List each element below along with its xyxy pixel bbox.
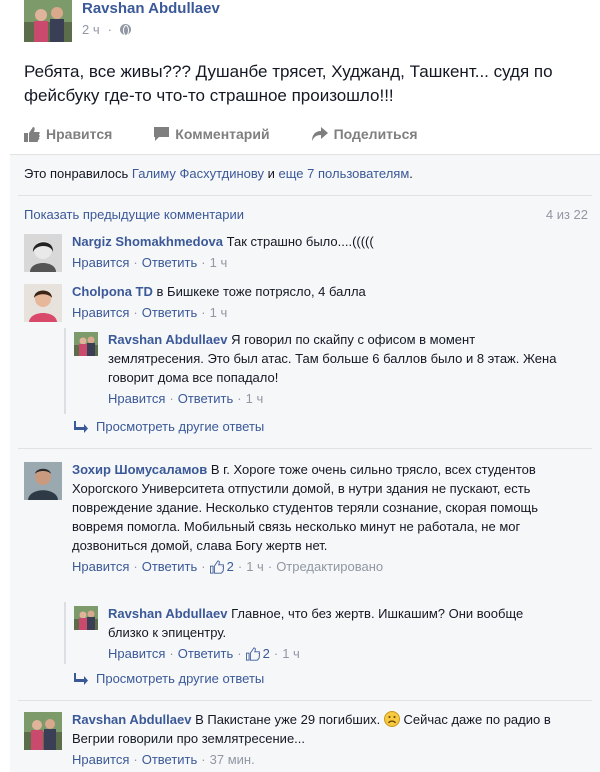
share-arrow-icon [311,127,328,141]
sad-emoji-icon [383,711,400,727]
comment-time[interactable]: 37 мин. [210,750,255,769]
comment-text: в Бишкеке тоже потрясло, 4 балла [156,284,366,299]
commenter-name[interactable]: Cholpona TD [72,284,153,299]
liker-name-link[interactable]: Галиму Фасхутдинову [132,166,264,181]
reply-author-avatar[interactable] [74,332,98,356]
reply-reply-link[interactable]: Ответить [178,389,234,408]
view-more-replies-link[interactable]: Просмотреть другие ответы [74,671,264,686]
post-meta: 2 ч · [82,22,131,37]
reply-arrow-icon [74,672,88,685]
share-button[interactable]: Поделиться [311,126,418,142]
comment-time[interactable]: 1 ч [246,557,264,576]
comment-likes-count[interactable]: 2 [209,557,234,576]
comment-icon [154,127,170,141]
post-text: Ребята, все живы??? Душанбе трясет, Худж… [24,62,553,105]
reply-reply-link[interactable]: Ответить [178,644,234,663]
comment-reply-link[interactable]: Ответить [142,303,198,322]
thumbs-up-icon [24,126,40,142]
reply-rail [64,328,66,414]
post-author-avatar[interactable] [24,0,72,42]
post-action-bar: Нравится Комментарий Поделиться [24,126,460,142]
comment-like-link[interactable]: Нравится [72,303,129,322]
reply-author-name[interactable]: Ravshan Abdullaev [108,606,227,621]
like-label: Нравится [46,126,113,142]
comment-reply-link[interactable]: Ответить [142,253,198,272]
reply-like-link[interactable]: Нравится [108,644,165,663]
commenter-avatar[interactable] [24,462,62,500]
divider [18,700,592,701]
like-button[interactable]: Нравится [24,126,112,142]
other-likers-link[interactable]: еще 7 пользователям [279,166,410,181]
likes-count: 2 [226,559,234,574]
comment-counter: 4 из 22 [545,207,588,222]
commenter-name[interactable]: Ravshan Abdullaev [72,712,191,727]
divider [18,195,592,196]
comment-time[interactable]: 1 ч [210,303,228,322]
reply-time[interactable]: 1 ч [246,389,264,408]
show-previous-comments-link[interactable]: Показать предыдущие комментарии [24,207,244,222]
comment-text: Так страшно было....((((( [226,234,374,249]
edited-label[interactable]: Отредактировано [276,557,383,576]
comment-time[interactable]: 1 ч [210,253,228,272]
reply-author-avatar[interactable] [74,606,98,630]
globe-icon [119,24,131,36]
reply-likes-count[interactable]: 2 [245,644,270,663]
reply-time[interactable]: 1 ч [282,644,300,663]
likes-summary: Это понравилось Галиму Фасхутдинову и ещ… [24,166,413,181]
post-author-name[interactable]: Ravshan Abdullaev [82,0,220,17]
likes-and: и [264,166,279,181]
comment-reply-link[interactable]: Ответить [142,557,198,576]
post-time[interactable]: 2 ч [82,22,100,37]
comment-text: В Пакистане уже 29 погибших. [195,712,381,727]
view-more-replies-label: Просмотреть другие ответы [96,671,265,686]
likes-suffix: . [409,166,413,181]
comment-like-link[interactable]: Нравится [72,750,129,769]
commenter-avatar[interactable] [24,284,62,322]
reply-author-name[interactable]: Ravshan Abdullaev [108,332,227,347]
divider [18,448,592,449]
thumbs-up-icon [209,559,224,574]
comment-button[interactable]: Комментарий [154,126,270,142]
reply-rail [64,602,66,664]
reply-arrow-icon [74,420,88,433]
commenter-name[interactable]: Зохир Шомусаламов [72,462,207,477]
commenter-avatar[interactable] [24,712,62,750]
thumbs-up-icon [245,646,260,661]
commenter-name[interactable]: Nargiz Shomakhmedova [72,234,223,249]
comment-like-link[interactable]: Нравится [72,253,129,272]
likes-prefix: Это понравилось [24,166,132,181]
view-more-replies-label: Просмотреть другие ответы [96,419,265,434]
comment-like-link[interactable]: Нравится [72,557,129,576]
commenter-avatar[interactable] [24,234,62,272]
share-label: Поделиться [333,126,418,142]
comment-label: Комментарий [175,126,270,142]
view-more-replies-link[interactable]: Просмотреть другие ответы [74,419,264,434]
reply-like-link[interactable]: Нравится [108,389,165,408]
comment-reply-link[interactable]: Ответить [142,750,198,769]
likes-count: 2 [262,646,270,661]
